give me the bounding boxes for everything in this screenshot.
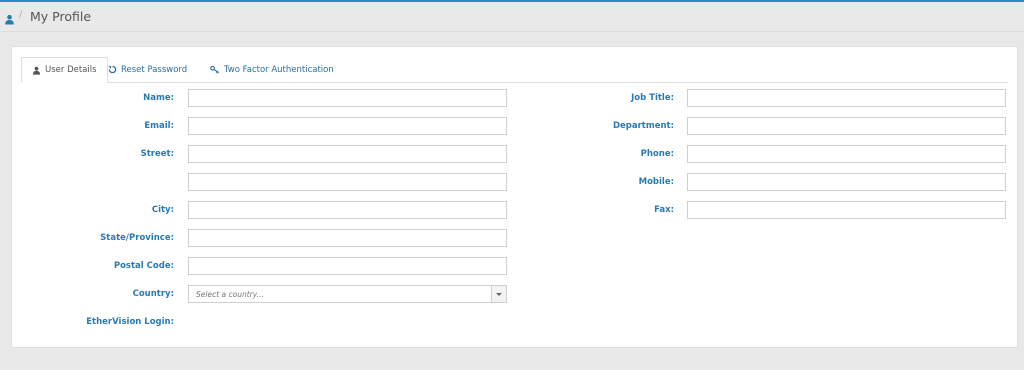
tab-two-factor-authentication[interactable]: Two Factor Authentication (210, 57, 334, 82)
country-label: Country: (132, 289, 174, 299)
user-icon[interactable] (4, 10, 15, 25)
country-select[interactable]: Select a country... (188, 285, 507, 303)
tab-label: User Details (45, 65, 97, 75)
tab-bar: User Details Reset Password Two Factor A… (21, 57, 1008, 83)
department-field[interactable] (687, 117, 1006, 135)
city-label: City: (151, 205, 174, 215)
name-label: Name: (143, 93, 174, 103)
phone-label: Phone: (640, 149, 674, 159)
tab-user-details[interactable]: User Details (21, 57, 108, 83)
tab-label: Reset Password (121, 64, 188, 75)
postal-code-field[interactable] (188, 257, 507, 275)
city-field[interactable] (188, 201, 507, 219)
street-label: Street: (140, 149, 174, 159)
fax-field[interactable] (687, 201, 1006, 219)
phone-field[interactable] (687, 145, 1006, 163)
country-placeholder: Select a country... (196, 290, 264, 299)
ethervision-login-label: EtherVision Login: (86, 317, 174, 327)
state-province-label: State/Province: (100, 233, 174, 243)
breadcrumb-separator: / (19, 9, 23, 20)
department-label: Department: (612, 121, 674, 131)
profile-card: User Details Reset Password Two Factor A… (11, 46, 1018, 348)
postal-code-label: Postal Code: (113, 261, 174, 271)
tab-reset-password[interactable]: Reset Password (108, 57, 187, 82)
page-title: My Profile (30, 9, 92, 24)
street-field[interactable] (188, 145, 507, 163)
email-label: Email: (144, 121, 174, 131)
job-title-label: Job Title: (631, 93, 674, 103)
tab-label: Two Factor Authentication (224, 64, 334, 75)
name-field[interactable] (188, 89, 507, 107)
refresh-icon (108, 65, 117, 74)
mobile-label: Mobile: (638, 177, 674, 187)
street-line-2-field[interactable] (188, 173, 507, 191)
email-field[interactable] (188, 117, 507, 135)
fax-label: Fax: (654, 205, 674, 215)
chevron-down-icon[interactable] (491, 286, 506, 302)
job-title-field[interactable] (687, 89, 1006, 107)
user-icon (32, 66, 41, 75)
key-icon (210, 65, 220, 74)
mobile-field[interactable] (687, 173, 1006, 191)
state-province-field[interactable] (188, 229, 507, 247)
breadcrumb: / My Profile (0, 2, 1024, 32)
